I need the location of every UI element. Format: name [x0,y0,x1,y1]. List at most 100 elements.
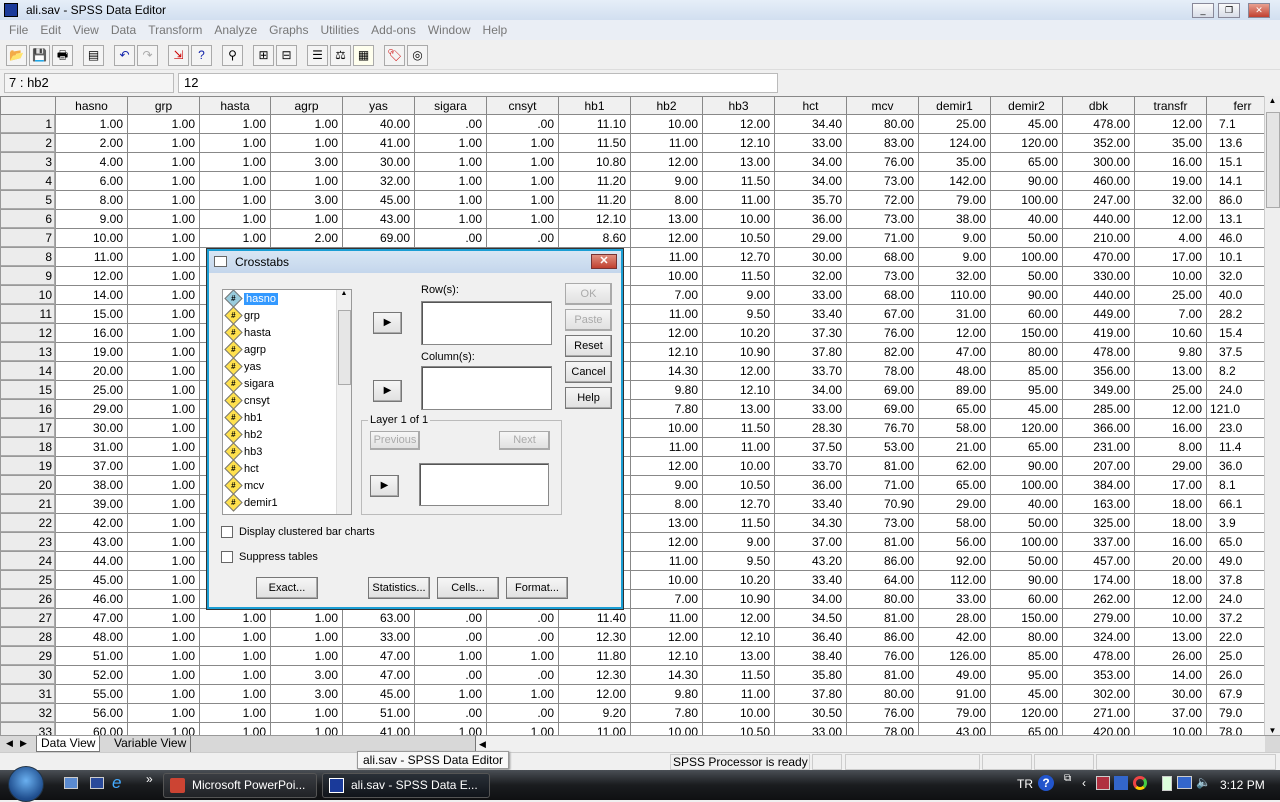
cell-transfr[interactable]: 17.00 [1134,247,1207,267]
cell-transfr[interactable]: 14.00 [1134,665,1207,685]
cell-grp[interactable]: 1.00 [127,342,200,362]
menu-file[interactable]: File [3,23,34,37]
row-header[interactable]: 16 [0,399,56,419]
cell-hb3[interactable]: 11.50 [702,171,775,191]
cell-demir1[interactable]: 47.00 [918,342,991,362]
cell-cnsyt[interactable]: .00 [486,608,559,628]
cell-hct[interactable]: 33.70 [774,361,847,381]
cell-demir2[interactable]: 100.00 [990,190,1063,210]
cell-hasta[interactable]: 1.00 [199,684,271,704]
cell-ferr[interactable]: 8.2 [1206,361,1264,381]
cell-ferr[interactable]: 22.0 [1206,627,1264,647]
cell-ferr[interactable]: 10.1 [1206,247,1264,267]
cell-demir1[interactable]: 58.00 [918,418,991,438]
cell-hb2[interactable]: 7.80 [630,399,703,419]
weight-cases-icon[interactable]: ⚖ [330,45,351,66]
cell-hasno[interactable]: 43.00 [55,532,128,552]
cell-transfr[interactable]: 12.00 [1134,114,1207,134]
cell-demir1[interactable]: 38.00 [918,209,991,229]
cell-hb1[interactable]: 12.00 [558,684,631,704]
cell-hb2[interactable]: 9.00 [630,171,703,191]
row-header[interactable]: 33 [0,722,56,735]
cell-grp[interactable]: 1.00 [127,114,200,134]
cell-transfr[interactable]: 18.00 [1134,570,1207,590]
cell-grp[interactable]: 1.00 [127,209,200,229]
cell-grp[interactable]: 1.00 [127,285,200,305]
insert-variable-icon[interactable]: ⊟ [276,45,297,66]
menu-edit[interactable]: Edit [34,23,67,37]
cell-ferr[interactable]: 37.5 [1206,342,1264,362]
cell-hb3[interactable]: 11.00 [702,437,775,457]
cell-grp[interactable]: 1.00 [127,532,200,552]
cell-hct[interactable]: 36.00 [774,209,847,229]
cell-transfr[interactable]: 29.00 [1134,456,1207,476]
cell-hct[interactable]: 37.00 [774,532,847,552]
cell-hct[interactable]: 33.70 [774,456,847,476]
cell-hb1[interactable]: 11.80 [558,646,631,666]
cell-mcv[interactable]: 73.00 [846,209,919,229]
cell-agrp[interactable]: 1.00 [270,171,343,191]
cell-sigara[interactable]: .00 [414,114,487,134]
cell-ferr[interactable]: 24.0 [1206,380,1264,400]
cell-demir2[interactable]: 45.00 [990,684,1063,704]
cell-hb2[interactable]: 10.00 [630,570,703,590]
exact-button[interactable]: Exact... [256,577,318,599]
cell-hb2[interactable]: 13.00 [630,209,703,229]
language-indicator[interactable]: TR [1017,777,1033,791]
cell-hct[interactable]: 33.00 [774,722,847,735]
cell-hb3[interactable]: 11.50 [702,513,775,533]
cell-demir1[interactable]: 31.00 [918,304,991,324]
cell-hb3[interactable]: 13.00 [702,399,775,419]
column-header-hct[interactable]: hct [774,96,847,115]
cell-yas[interactable]: 41.00 [342,722,415,735]
cell-hct[interactable]: 33.00 [774,133,847,153]
cell-hb3[interactable]: 11.00 [702,190,775,210]
cell-cnsyt[interactable]: .00 [486,665,559,685]
cell-demir2[interactable]: 90.00 [990,171,1063,191]
cell-mcv[interactable]: 86.00 [846,551,919,571]
cell-dbk[interactable]: 247.00 [1062,190,1135,210]
cell-hct[interactable]: 35.80 [774,665,847,685]
antivirus-icon[interactable] [1096,776,1110,790]
cell-demir1[interactable]: 142.00 [918,171,991,191]
dialog-close-button[interactable]: ✕ [591,254,617,269]
redo-icon[interactable]: ↷ [137,45,158,66]
split-file-icon[interactable]: ☰ [307,45,328,66]
cell-hb3[interactable]: 11.50 [702,665,775,685]
tab-data-view[interactable]: Data View [36,736,101,752]
cell-transfr[interactable]: 30.00 [1134,684,1207,704]
cell-cnsyt[interactable]: 1.00 [486,684,559,704]
cell-ferr[interactable]: 24.0 [1206,589,1264,609]
cell-hasta[interactable]: 1.00 [199,608,271,628]
column-header-hb3[interactable]: hb3 [702,96,775,115]
select-cases-icon[interactable]: ▦ [353,45,374,66]
cell-transfr[interactable]: 25.00 [1134,285,1207,305]
cell-agrp[interactable]: 1.00 [270,627,343,647]
taskbar-powerpoint[interactable]: Microsoft PowerPoi... [163,773,317,798]
cell-hasno[interactable]: 15.00 [55,304,128,324]
cell-hct[interactable]: 35.70 [774,190,847,210]
variable-item-hasno[interactable]: # hasno [223,290,351,308]
show-hidden-icons-chevron[interactable]: ‹ [1082,776,1086,790]
cell-mcv[interactable]: 78.00 [846,361,919,381]
column-header-hb2[interactable]: hb2 [630,96,703,115]
cell-ferr[interactable]: 26.0 [1206,665,1264,685]
cell-hb2[interactable]: 8.00 [630,494,703,514]
cell-transfr[interactable]: 10.00 [1134,722,1207,735]
menu-view[interactable]: View [67,23,105,37]
cell-demir1[interactable]: 9.00 [918,247,991,267]
row-header[interactable]: 5 [0,190,56,210]
row-header[interactable]: 30 [0,665,56,685]
cell-cnsyt[interactable]: .00 [486,114,559,134]
cell-hb3[interactable]: 10.20 [702,323,775,343]
cell-agrp[interactable]: 3.00 [270,684,343,704]
cell-demir1[interactable]: 9.00 [918,228,991,248]
cell-mcv[interactable]: 83.00 [846,133,919,153]
cell-agrp[interactable]: 1.00 [270,722,343,735]
cell-demir1[interactable]: 110.00 [918,285,991,305]
cell-mcv[interactable]: 81.00 [846,532,919,552]
cell-demir1[interactable]: 33.00 [918,589,991,609]
cell-ferr[interactable]: 15.1 [1206,152,1264,172]
cell-hct[interactable]: 28.30 [774,418,847,438]
cell-hasno[interactable]: 29.00 [55,399,128,419]
